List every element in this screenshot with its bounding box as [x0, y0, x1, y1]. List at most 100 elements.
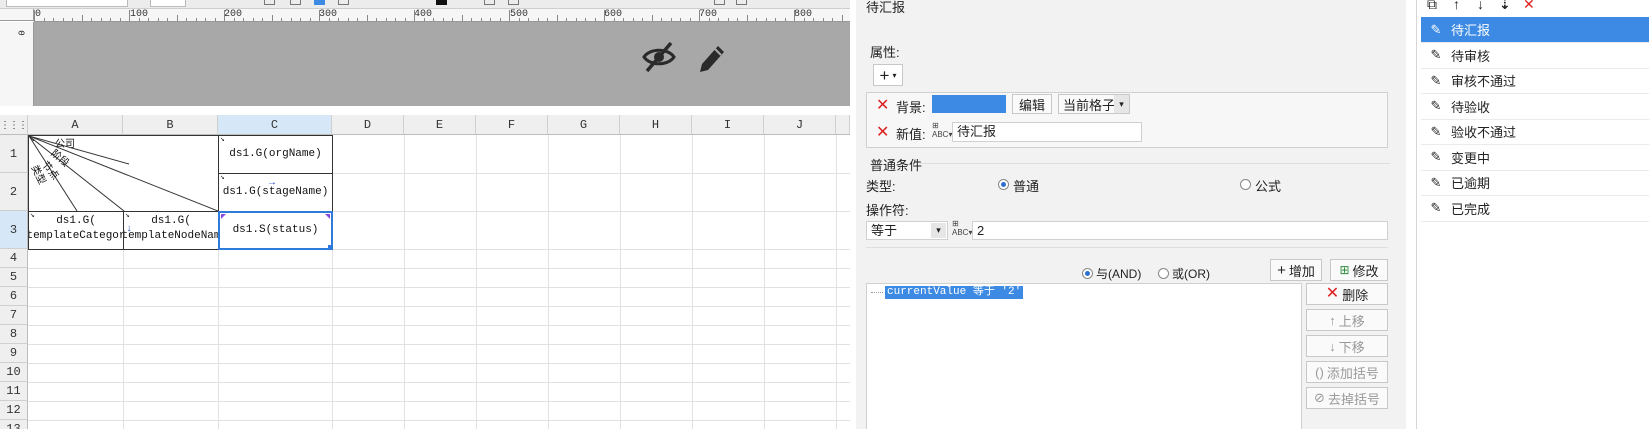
sort-icon[interactable]: ⇣	[1499, 0, 1511, 13]
image-icon[interactable]	[714, 0, 725, 5]
pencil-icon[interactable]	[696, 40, 728, 74]
type-formula-radio[interactable]	[1240, 179, 1251, 190]
delete-background-icon[interactable]: ✕	[876, 98, 889, 114]
cell-c1[interactable]: ↘ ds1.G(orgName)	[218, 135, 333, 174]
eye-hidden-icon[interactable]	[642, 40, 676, 74]
type-normal-radio[interactable]	[998, 179, 1009, 190]
or-radio[interactable]	[1158, 268, 1169, 279]
column-header[interactable]: H	[620, 115, 692, 135]
align-active-icon[interactable]	[314, 0, 325, 5]
row-header[interactable]: 10	[0, 363, 28, 382]
column-header[interactable]: A	[28, 115, 123, 135]
ruler-tick	[556, 15, 558, 21]
operator-select[interactable]: 等于 ▾	[866, 221, 948, 240]
row-header[interactable]: 13	[0, 420, 28, 429]
background-color-swatch[interactable]	[932, 95, 1006, 113]
diagonal-header-cell[interactable]: 公司 阶段 节点 类型 ↘	[28, 135, 219, 212]
font-name-field[interactable]	[6, 0, 128, 7]
row-header[interactable]: 8	[0, 325, 28, 344]
delete-condition-button[interactable]: ✕ 删除	[1306, 283, 1388, 305]
cell-a3[interactable]: ↘ ds1.G( templateCategor	[28, 211, 124, 250]
add-attribute-button[interactable]: + ▾	[873, 64, 903, 86]
copy-icon[interactable]: ⧉	[1427, 0, 1437, 13]
column-header-partial[interactable]	[836, 115, 850, 135]
column-header[interactable]: B	[123, 115, 218, 135]
and-radio[interactable]	[1082, 268, 1093, 279]
condition-list-item-label: 待验收	[1451, 99, 1491, 115]
ruler-tick	[414, 10, 415, 21]
new-value-input[interactable]: 待汇报	[952, 122, 1142, 142]
move-up-icon[interactable]: ↑	[1453, 0, 1460, 12]
cell-c3-selected[interactable]: ds1.S(status)	[218, 211, 333, 250]
operand-input[interactable]: 2	[972, 221, 1388, 240]
condition-list-item[interactable]: ✎ 待审核	[1421, 43, 1649, 69]
condition-list-item[interactable]: ✎ 验收不通过	[1421, 119, 1649, 145]
delete-icon[interactable]: ✕	[1523, 0, 1535, 13]
add-condition-button[interactable]: + 增加	[1270, 259, 1322, 281]
font-size-field[interactable]	[150, 0, 186, 7]
add-bracket-button[interactable]: () 添加括号	[1306, 361, 1388, 383]
move-down-icon[interactable]: ↓	[1477, 0, 1484, 12]
align-center-icon[interactable]	[290, 0, 301, 5]
row-header[interactable]: 11	[0, 382, 28, 401]
ruler-tick	[252, 18, 254, 21]
spreadsheet-grid[interactable]: ⋮⋮⋮ A B C D E F G H I J 1 2 3 4 5 6 7 8 …	[0, 115, 850, 429]
align-right-icon[interactable]	[338, 0, 349, 5]
condition-expression[interactable]: currentValue 等于 '2'	[885, 286, 1024, 299]
column-header[interactable]: C	[218, 115, 332, 135]
column-header[interactable]: E	[404, 115, 476, 135]
chevron-down-icon[interactable]: ▾	[1114, 95, 1129, 113]
row-header[interactable]: 4	[0, 249, 28, 268]
merge-icon[interactable]	[508, 0, 519, 5]
ruler-tick	[148, 18, 149, 21]
condition-list-item[interactable]: ✎ 变更中	[1421, 145, 1649, 171]
chart-icon[interactable]	[736, 0, 747, 5]
cell-text-line: ds1.G(	[56, 215, 96, 227]
row-header[interactable]: 2	[0, 173, 28, 211]
condition-list-item-label: 已逾期	[1451, 176, 1491, 191]
delete-new-value-icon[interactable]: ✕	[876, 125, 889, 141]
normal-condition-label: 普通条件	[870, 158, 923, 173]
condition-list-item[interactable]: ✎ 审核不通过	[1421, 68, 1649, 94]
column-header[interactable]: F	[476, 115, 548, 135]
row-header[interactable]: 5	[0, 268, 28, 287]
row-header[interactable]: 7	[0, 306, 28, 325]
ruler-tick	[385, 18, 387, 21]
ruler-tick	[832, 18, 833, 21]
edit-button[interactable]: 编辑	[1012, 94, 1052, 114]
row-header[interactable]: 1	[0, 135, 28, 173]
column-header[interactable]: I	[692, 115, 764, 135]
chevron-down-icon[interactable]: ▾	[931, 223, 946, 238]
column-header[interactable]: J	[764, 115, 836, 135]
condition-list-item[interactable]: ✎ 待汇报	[1421, 17, 1649, 43]
scope-select[interactable]: 当前格子 ▾	[1058, 94, 1130, 114]
align-left-icon[interactable]	[264, 0, 275, 5]
fill-handle[interactable]	[328, 245, 333, 250]
condition-tree[interactable]: currentValue 等于 '2'	[866, 283, 1302, 429]
value-type-icon[interactable]: ⊞ ABC▾	[932, 121, 952, 143]
column-header[interactable]: D	[332, 115, 404, 135]
grid-corner[interactable]: ⋮⋮⋮	[0, 115, 28, 135]
ruler-tick	[575, 18, 577, 21]
condition-list-item[interactable]: ✎ 已逾期	[1421, 170, 1649, 196]
ruler-tick	[442, 18, 444, 21]
remove-bracket-button[interactable]: ⊘ 去掉括号	[1306, 387, 1388, 409]
column-header[interactable]: G	[548, 115, 620, 135]
cell-b3[interactable]: ↘ ↓ ds1.G( templateNodeNam	[123, 211, 219, 250]
row-header[interactable]: 6	[0, 287, 28, 306]
condition-list-item[interactable]: ✎ 待验收	[1421, 94, 1649, 120]
modify-condition-button[interactable]: ⊞ 修改	[1330, 259, 1388, 281]
grid-line	[404, 135, 405, 429]
row-header[interactable]: 3	[0, 211, 28, 249]
cell-c2[interactable]: ↘ → ds1.G(stageName)	[218, 173, 333, 212]
border-icon[interactable]	[484, 0, 495, 5]
ruler-label: 0	[15, 30, 26, 36]
font-color-icon[interactable]	[436, 0, 447, 5]
row-header[interactable]: 12	[0, 401, 28, 420]
condition-list-item[interactable]: ✎ 已完成	[1421, 196, 1649, 222]
row-header[interactable]: 9	[0, 344, 28, 363]
pencil-icon: ✎	[1430, 149, 1442, 164]
move-down-button[interactable]: ↓ 下移	[1306, 335, 1388, 357]
operand-type-icon[interactable]: ⊞ ABC▾	[952, 219, 972, 241]
move-up-button[interactable]: ↑ 上移	[1306, 309, 1388, 331]
